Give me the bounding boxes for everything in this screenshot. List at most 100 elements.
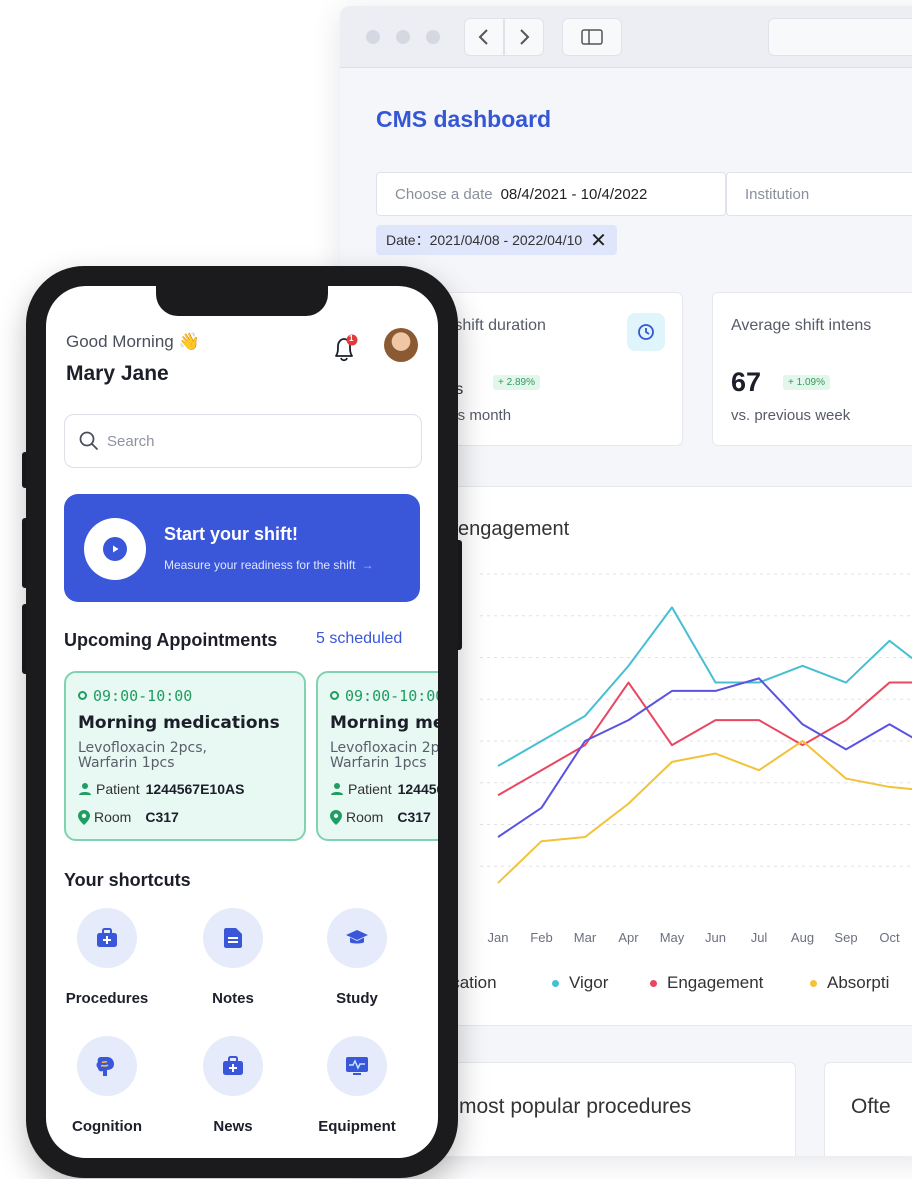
banner-subtitle: Measure your readiness for the shift → <box>164 558 373 572</box>
patient-id: 1244567E10AS <box>397 781 438 797</box>
medical-bag-icon <box>203 1036 263 1096</box>
forward-button[interactable] <box>504 18 544 56</box>
institution-placeholder: Institution <box>745 185 810 203</box>
room-label: Room <box>94 809 132 825</box>
monitor-icon <box>327 1036 387 1096</box>
page-title: CMS dashboard <box>376 106 552 132</box>
sidebar-toggle-button[interactable] <box>562 18 622 56</box>
kpi-card-shift-intensity: Average shift intens 67 + 1.09% vs. prev… <box>712 292 912 446</box>
appointments-count-link[interactable]: 5 scheduled <box>316 630 402 648</box>
legend-label: Absorpti <box>827 973 890 992</box>
legend-item-vigor: Vigor <box>552 973 608 993</box>
search-icon <box>79 431 99 451</box>
phone-frame: Good Morning 👋 Mary Jane 1 Search Start … <box>26 266 458 1178</box>
x-tick-label: Mar <box>574 930 597 945</box>
appointment-title: Morning medications <box>330 713 438 733</box>
time-dot-icon <box>78 691 87 700</box>
shortcut-study[interactable]: Study <box>302 908 412 1007</box>
appointment-time-text: 09:00-10:00 <box>345 687 438 705</box>
engagement-line-chart: JanFebMarAprMayJunJulAugSepOctNov <box>480 573 912 945</box>
legend-label: Vigor <box>569 973 609 992</box>
shortcut-label: Procedures <box>65 990 149 1007</box>
appointment-patient-row: Patient 1244567E10AS <box>330 781 438 797</box>
clock-icon <box>627 313 665 351</box>
avatar[interactable] <box>384 328 418 362</box>
date-picker[interactable]: Choose a date 08/4/2021 - 10/4/2022 <box>376 172 726 216</box>
shortcut-notes[interactable]: Notes <box>178 908 288 1007</box>
patient-id: 1244567E10AS <box>145 781 245 797</box>
person-icon <box>331 783 343 795</box>
kpi-change-badge: + 2.89% <box>493 375 540 390</box>
kpi-card-shift-duration: e shift duration urs + 2.89% ous month <box>440 292 683 446</box>
legend-dot <box>552 979 559 987</box>
often-card: Ofte <box>824 1062 912 1156</box>
card-title: Ofte <box>851 1095 891 1118</box>
date-filter-chip: Date：2021/04/08 - 2022/04/10 ✕ <box>376 225 617 255</box>
appointment-card[interactable]: 09:00-10:00 Morning medications Levoflox… <box>64 671 306 841</box>
banner-title: Start your shift! <box>164 524 299 544</box>
address-bar[interactable] <box>768 18 912 56</box>
shortcut-procedures[interactable]: Procedures <box>52 908 162 1007</box>
x-tick-label: Jul <box>751 930 768 945</box>
window-close-dot[interactable] <box>366 30 380 44</box>
location-pin-icon <box>330 809 342 825</box>
appointment-title: Morning medications <box>78 713 280 733</box>
document-icon <box>203 908 263 968</box>
appointment-room-row: Room C317 <box>330 809 431 825</box>
arrow-right-icon: → <box>361 558 374 572</box>
shortcut-equipment[interactable]: Equipment <box>302 1036 412 1135</box>
series-line-vigor <box>497 606 912 767</box>
time-dot-icon <box>330 691 339 700</box>
x-tick-label: Jun <box>705 930 726 945</box>
x-tick-label: Sep <box>834 930 857 945</box>
window-maximize-dot[interactable] <box>426 30 440 44</box>
appointment-room-row: Room C317 <box>78 809 179 825</box>
legend-item-absorption: Absorpti <box>810 973 889 993</box>
x-tick-label: May <box>660 930 685 945</box>
shortcut-label: News <box>213 1118 253 1135</box>
series-line-dedication <box>497 677 912 838</box>
banner-subtitle-text: Measure your readiness for the shift <box>164 558 356 572</box>
search-input[interactable] <box>107 432 407 450</box>
appointment-medications: Levofloxacin 2pcs, Warfarin 1pcs <box>78 740 207 771</box>
x-tick-label: Feb <box>530 930 552 945</box>
stage: CMS dashboard Choose a date 08/4/2021 - … <box>0 0 912 1179</box>
start-shift-banner[interactable]: Start your shift! Measure your readiness… <box>64 494 420 602</box>
legend-label: Engagement <box>667 973 764 992</box>
notification-count: 1 <box>349 334 354 343</box>
kpi-change-badge: + 1.09% <box>783 375 830 390</box>
shortcut-label: Study <box>336 990 378 1007</box>
appointment-time: 09:00-10:00 <box>78 687 192 705</box>
brain-icon <box>77 1036 137 1096</box>
series-line-absorption <box>497 740 912 884</box>
legend-dot <box>810 979 817 987</box>
room-number: C317 <box>397 809 431 825</box>
legend-dot <box>650 979 657 987</box>
notification-bell-icon[interactable]: 1 <box>332 334 358 364</box>
appointment-card[interactable]: 09:00-10:00 Morning medications Levoflox… <box>316 671 438 841</box>
close-icon[interactable]: ✕ <box>590 228 607 253</box>
play-button[interactable] <box>84 518 146 580</box>
chart-title: engagement <box>458 518 570 540</box>
shortcuts-heading: Your shortcuts <box>64 870 191 890</box>
phone-screen: Good Morning 👋 Mary Jane 1 Search Start … <box>46 286 438 1158</box>
play-icon <box>103 537 127 561</box>
patient-label: Patient <box>348 781 392 797</box>
x-tick-label: Oct <box>879 930 900 945</box>
search-bar[interactable] <box>64 414 422 468</box>
patient-label: Patient <box>96 781 140 797</box>
kpi-value: 67 <box>731 367 762 397</box>
x-tick-label: Apr <box>618 930 639 945</box>
x-tick-label: Aug <box>791 930 814 945</box>
institution-select[interactable]: Institution <box>726 172 912 216</box>
shortcut-label: Cognition <box>72 1118 142 1135</box>
date-picker-value: 08/4/2021 - 10/4/2022 <box>500 185 648 203</box>
window-minimize-dot[interactable] <box>396 30 410 44</box>
sidebar-icon <box>581 29 603 45</box>
shortcut-news[interactable]: News <box>178 1036 288 1135</box>
back-button[interactable] <box>464 18 504 56</box>
kpi-subtitle: vs. previous week <box>731 407 851 424</box>
popular-procedures-card: most popular procedures <box>440 1062 796 1156</box>
shortcut-cognition[interactable]: Cognition <box>52 1036 162 1135</box>
appointment-time: 09:00-10:00 <box>330 687 438 705</box>
